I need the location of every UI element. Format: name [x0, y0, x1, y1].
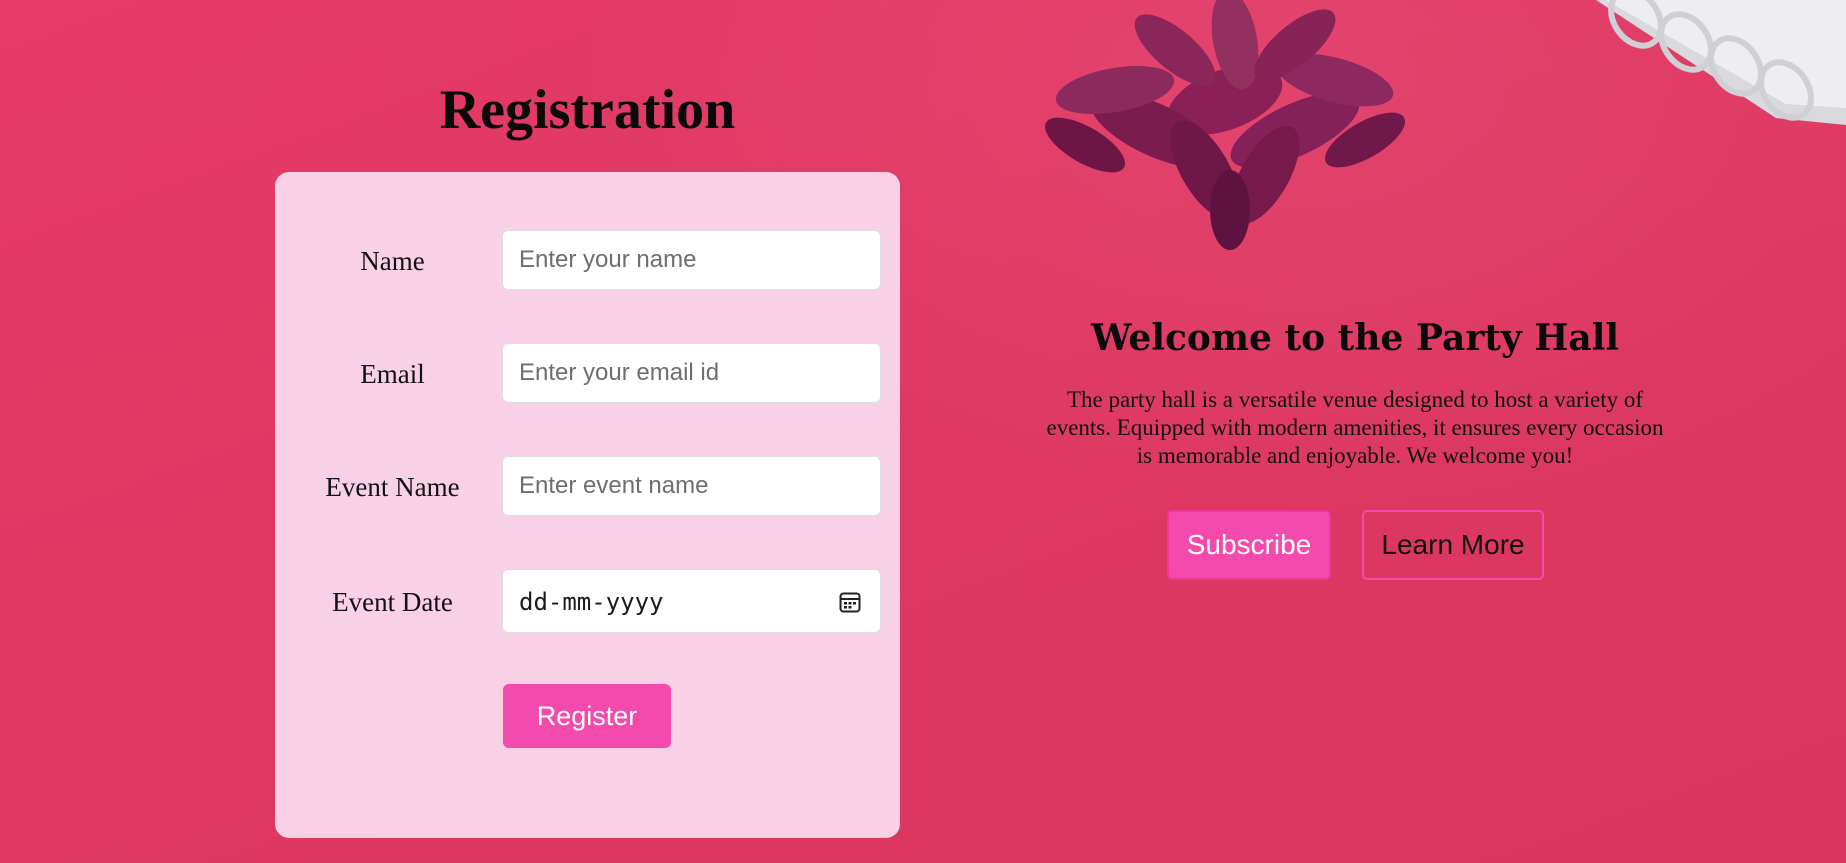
event-name-input[interactable]	[502, 456, 881, 516]
calendar-icon[interactable]	[838, 590, 862, 614]
subscribe-button[interactable]: Subscribe	[1167, 510, 1331, 580]
event-date-row: Event Date dd-mm-yyyy	[275, 569, 900, 633]
notebook-decoration	[1596, 0, 1846, 125]
learn-more-button[interactable]: Learn More	[1362, 510, 1544, 580]
registration-form: Name Email Event Name Event Date dd-mm-y…	[275, 172, 900, 838]
event-date-placeholder: dd-mm-yyyy	[519, 588, 664, 616]
event-name-row: Event Name	[275, 456, 900, 518]
event-date-input[interactable]: dd-mm-yyyy	[502, 569, 881, 633]
email-label: Email	[360, 359, 425, 389]
event-name-label: Event Name	[325, 472, 460, 502]
page-title: Registration	[439, 79, 736, 141]
email-input[interactable]	[502, 343, 881, 403]
welcome-title: Welcome to the Party Hall	[1090, 317, 1620, 359]
email-row: Email	[275, 343, 900, 405]
name-input[interactable]	[502, 230, 881, 290]
name-row: Name	[275, 230, 900, 292]
name-label: Name	[360, 246, 425, 276]
welcome-description: The party hall is a versatile venue desi…	[1046, 387, 1664, 468]
event-date-label: Event Date	[332, 587, 453, 617]
register-button[interactable]: Register	[503, 684, 671, 748]
flower-decoration	[1045, 0, 1405, 250]
